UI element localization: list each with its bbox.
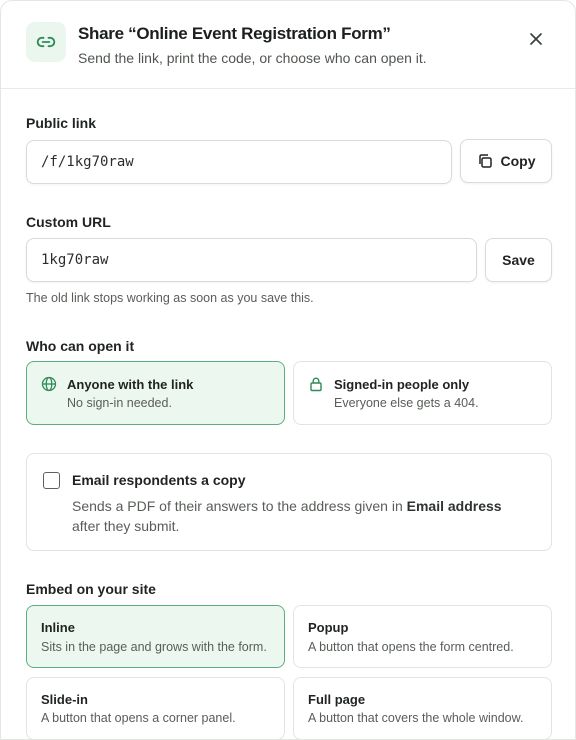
embed-option-title: Popup [308,620,349,635]
embed-option-title: Slide-in [41,692,88,707]
custom-url-hint: The old link stops working as soon as yo… [26,291,314,305]
access-option-desc: Everyone else gets a 404. [334,396,479,410]
save-button-label: Save [502,252,535,268]
dialog-title: Share “Online Event Registration Form” [78,24,391,43]
custom-url-value: 1kg70raw [41,252,109,268]
public-link-label: Public link [26,115,97,131]
access-option-signed-in[interactable]: Signed-in people only Everyone else gets… [293,361,552,425]
embed-option-title: Inline [41,620,75,635]
embed-option-desc: A button that opens a corner panel. [41,711,236,725]
custom-url-input[interactable]: 1kg70raw [26,238,477,282]
embed-option-title: Full page [308,692,366,707]
email-field-reference: Email address [406,498,502,514]
dialog-header: Share “Online Event Registration Form” S… [1,1,575,89]
close-icon [530,33,542,45]
lock-icon [310,377,322,392]
link-icon [36,36,56,48]
public-link-value: /f/1kg70raw [41,154,134,170]
public-link-field[interactable]: /f/1kg70raw [26,140,452,184]
embed-option-popup[interactable]: Popup A button that opens the form centr… [293,605,552,668]
email-copy-desc-text-end: after they submit. [72,518,180,534]
embed-label: Embed on your site [26,581,156,597]
embed-option-desc: A button that opens the form centred. [308,640,514,654]
custom-url-label: Custom URL [26,214,111,230]
email-copy-description: Sends a PDF of their answers to the addr… [72,496,532,536]
globe-icon [41,376,57,392]
close-button[interactable] [524,27,548,51]
email-copy-title: Email respondents a copy [72,472,246,488]
access-option-title: Signed-in people only [334,377,470,392]
access-option-desc: No sign-in needed. [67,396,172,410]
email-copy-checkbox[interactable] [43,472,60,489]
embed-option-desc: A button that covers the whole window. [308,711,524,725]
embed-option-desc: Sits in the page and grows with the form… [41,640,267,654]
access-option-anyone[interactable]: Anyone with the link No sign-in needed. [26,361,285,425]
link-icon-badge [26,22,66,62]
access-option-title: Anyone with the link [67,377,194,392]
dialog-subtitle: Send the link, print the code, or choose… [78,50,427,66]
embed-option-full-page[interactable]: Full page A button that covers the whole… [293,677,552,739]
copy-button-label: Copy [500,153,536,169]
embed-option-inline[interactable]: Inline Sits in the page and grows with t… [26,605,285,668]
share-dialog: Share “Online Event Registration Form” S… [0,0,576,740]
copy-icon [478,154,492,168]
email-copy-card: Email respondents a copy Sends a PDF of … [26,453,552,551]
email-copy-desc-text: Sends a PDF of their answers to the addr… [72,498,407,514]
access-label: Who can open it [26,338,135,354]
copy-button[interactable]: Copy [460,139,552,183]
embed-option-slide-in[interactable]: Slide-in A button that opens a corner pa… [26,677,285,739]
save-button[interactable]: Save [485,238,552,282]
